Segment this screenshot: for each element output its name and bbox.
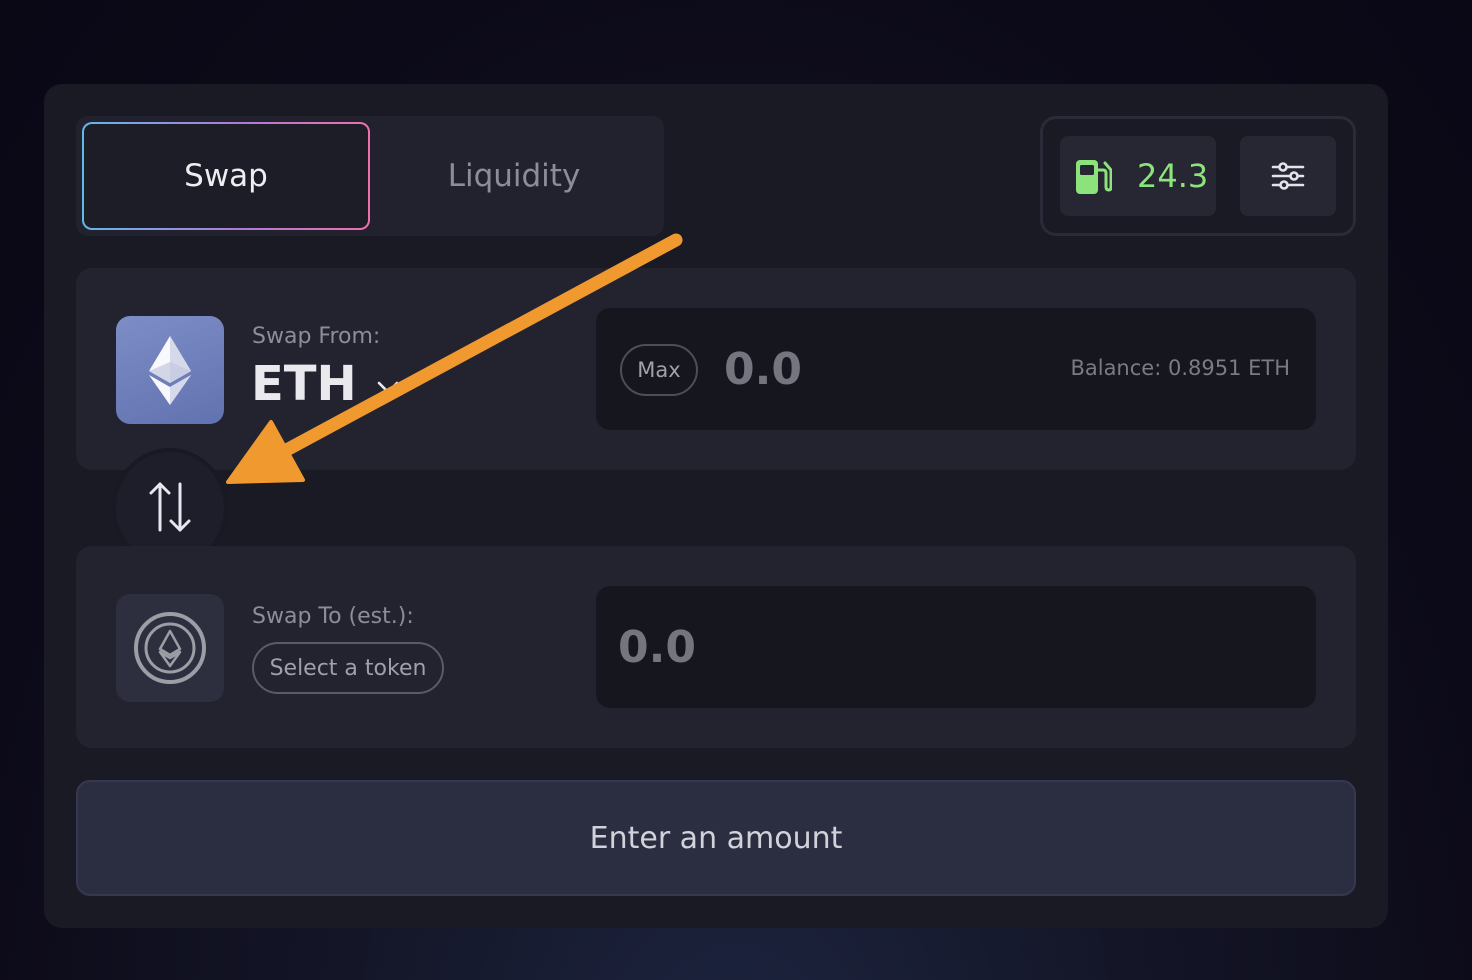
enter-amount-button[interactable]: Enter an amount bbox=[76, 780, 1356, 896]
settings-button[interactable] bbox=[1240, 136, 1336, 216]
swap-from-label: Swap From: bbox=[252, 324, 381, 349]
ethereum-icon bbox=[149, 336, 191, 405]
to-token-tile[interactable] bbox=[116, 594, 224, 702]
from-token-selector[interactable]: ETH bbox=[251, 356, 399, 412]
from-balance: Balance: 0.8951 ETH bbox=[1070, 356, 1290, 380]
gas-price-value: 24.3 bbox=[1137, 157, 1209, 195]
from-amount-box: Max Balance: 0.8951 ETH bbox=[596, 308, 1316, 430]
fuel-pump-icon bbox=[1076, 160, 1112, 194]
from-token-symbol: ETH bbox=[251, 356, 357, 412]
to-amount-input[interactable] bbox=[618, 617, 1218, 677]
max-button[interactable]: Max bbox=[620, 344, 698, 396]
tab-liquidity[interactable]: Liquidity bbox=[370, 122, 658, 230]
to-amount-box bbox=[596, 586, 1316, 708]
swap-arrows-icon bbox=[149, 482, 191, 532]
sliders-icon bbox=[1271, 162, 1305, 190]
swap-to-label: Swap To (est.): bbox=[252, 604, 414, 629]
gas-price-indicator[interactable]: 24.3 bbox=[1060, 136, 1216, 216]
tab-swap[interactable]: Swap bbox=[82, 122, 370, 230]
ethereum-placeholder-icon bbox=[134, 612, 206, 684]
chevron-down-icon bbox=[377, 381, 399, 394]
select-token-button[interactable]: Select a token bbox=[252, 642, 444, 694]
from-token-tile[interactable] bbox=[116, 316, 224, 424]
from-amount-input[interactable] bbox=[724, 339, 1024, 399]
